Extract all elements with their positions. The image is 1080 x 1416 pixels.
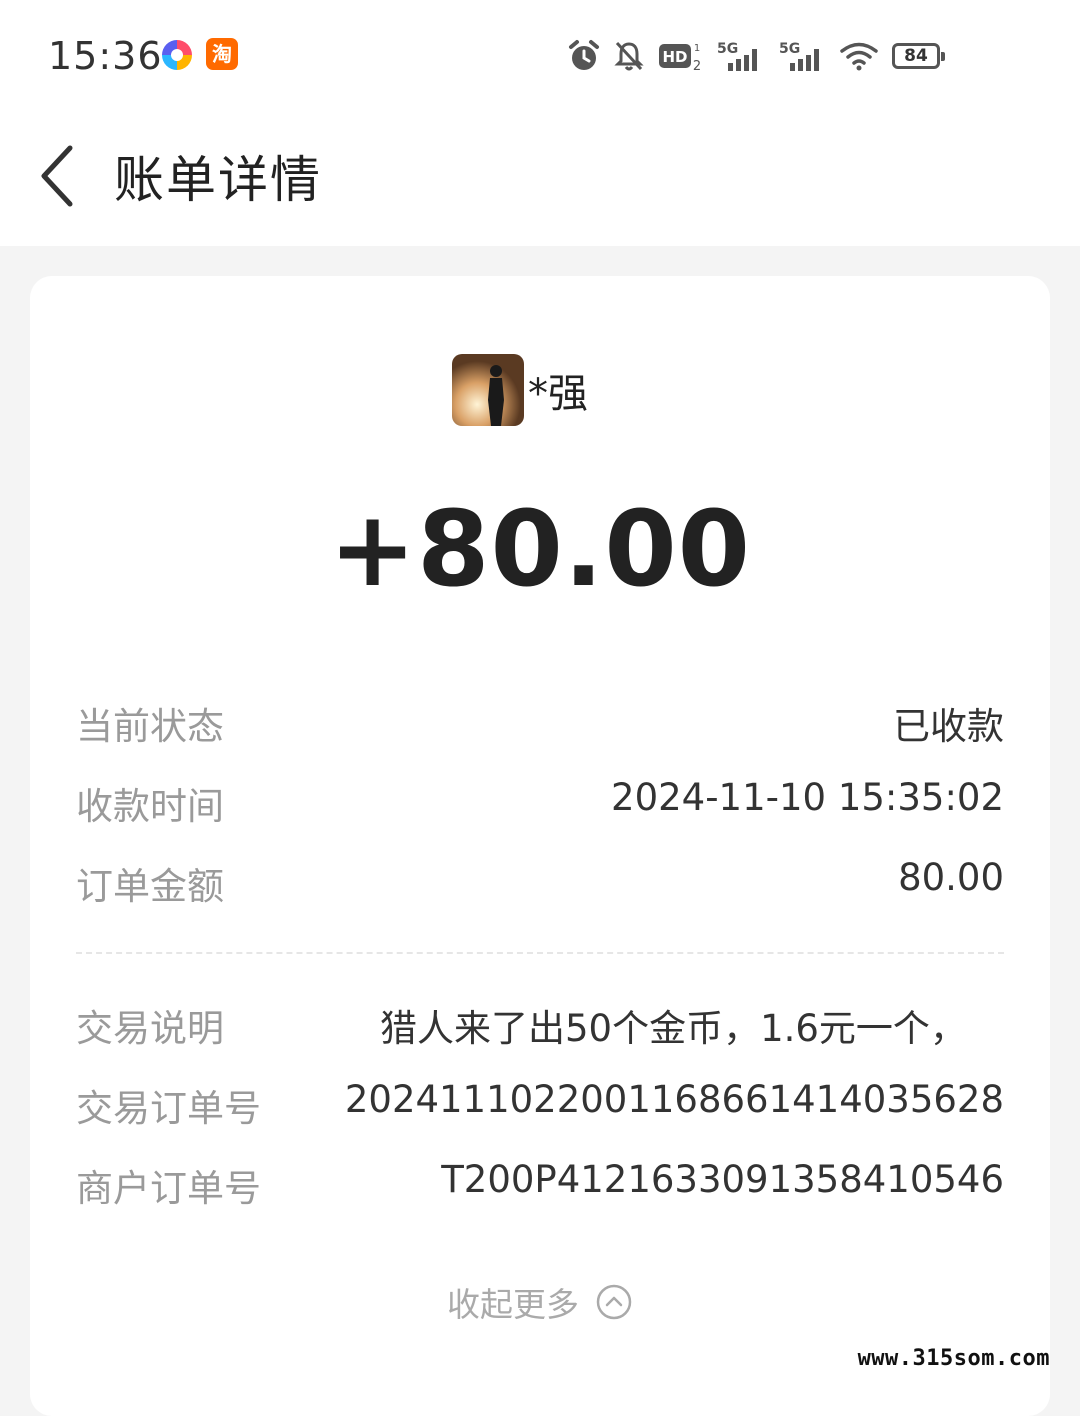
system-icons: HD 1 2 5G 5G 84	[568, 36, 945, 76]
detail-label: 交易订单号	[76, 1087, 261, 1130]
avatar[interactable]	[452, 354, 524, 426]
detail-label: 订单金额	[76, 865, 224, 908]
svg-text:2: 2	[693, 59, 701, 73]
svg-text:5G: 5G	[717, 41, 738, 57]
detail-value: 80.00	[898, 856, 1004, 899]
payer-name: *强	[528, 371, 588, 417]
battery-icon: 84	[892, 43, 945, 69]
detail-row-time: 收款时间 2024-11-10 15:35:02	[76, 776, 1004, 836]
detail-value: 猎人来了出50个金币，1.6元一个，	[380, 1007, 967, 1050]
detail-label: 商户订单号	[76, 1167, 261, 1210]
detail-row-merchant-order-id: 商户订单号 T200P4121633091358410546	[76, 1158, 1004, 1218]
detail-label: 收款时间	[76, 785, 224, 828]
wifi-icon	[840, 42, 878, 71]
watermark: www.315som.com	[857, 1346, 1050, 1371]
divider	[76, 952, 1004, 954]
collapse-more-label: 收起更多	[447, 1285, 579, 1324]
chevron-left-icon	[41, 145, 73, 207]
taobao-notification-icon: 淘	[206, 38, 238, 70]
signal-5g-sim2-icon: 5G	[779, 41, 819, 71]
detail-row-order-amount: 订单金额 80.00	[76, 856, 1004, 916]
detail-label: 交易说明	[76, 1007, 224, 1050]
alarm-icon	[569, 40, 599, 70]
app-notification-icon	[162, 40, 192, 70]
detail-row-description: 交易说明 猎人来了出50个金币，1.6元一个，	[76, 998, 1004, 1058]
svg-text:5G: 5G	[779, 41, 800, 57]
detail-value: 已收款	[893, 705, 1004, 748]
transaction-amount: +80.00	[328, 488, 752, 610]
bill-detail-card: *强 +80.00 当前状态 已收款 收款时间 2024-11-10 15:35…	[30, 276, 1050, 1416]
detail-value: 2024-11-10 15:35:02	[611, 776, 1004, 819]
detail-label: 当前状态	[76, 705, 224, 748]
page-title: 账单详情	[114, 151, 322, 209]
collapse-more-button[interactable]: 收起更多	[30, 1278, 1050, 1326]
status-time: 15:36	[48, 34, 163, 78]
detail-value[interactable]: 2024111022001168661414035628	[345, 1078, 1004, 1121]
chevron-up-circle-icon	[596, 1284, 632, 1320]
svg-text:1: 1	[694, 43, 700, 54]
payer-info: *强	[30, 354, 1050, 426]
hd-volte-icon: HD 1 2	[659, 43, 701, 73]
header: 账单详情	[0, 110, 1080, 246]
signal-5g-sim1-icon: 5G	[717, 41, 757, 71]
svg-text:HD: HD	[662, 48, 687, 66]
back-button[interactable]	[30, 138, 90, 214]
detail-value[interactable]: T200P4121633091358410546	[441, 1158, 1004, 1201]
detail-row-status: 当前状态 已收款	[76, 696, 1004, 756]
mute-bell-icon	[614, 41, 644, 71]
status-bar: 15:36 淘 HD 1 2 5G 5G 84	[0, 0, 1080, 110]
detail-row-transaction-id: 交易订单号 2024111022001168661414035628	[76, 1078, 1004, 1138]
